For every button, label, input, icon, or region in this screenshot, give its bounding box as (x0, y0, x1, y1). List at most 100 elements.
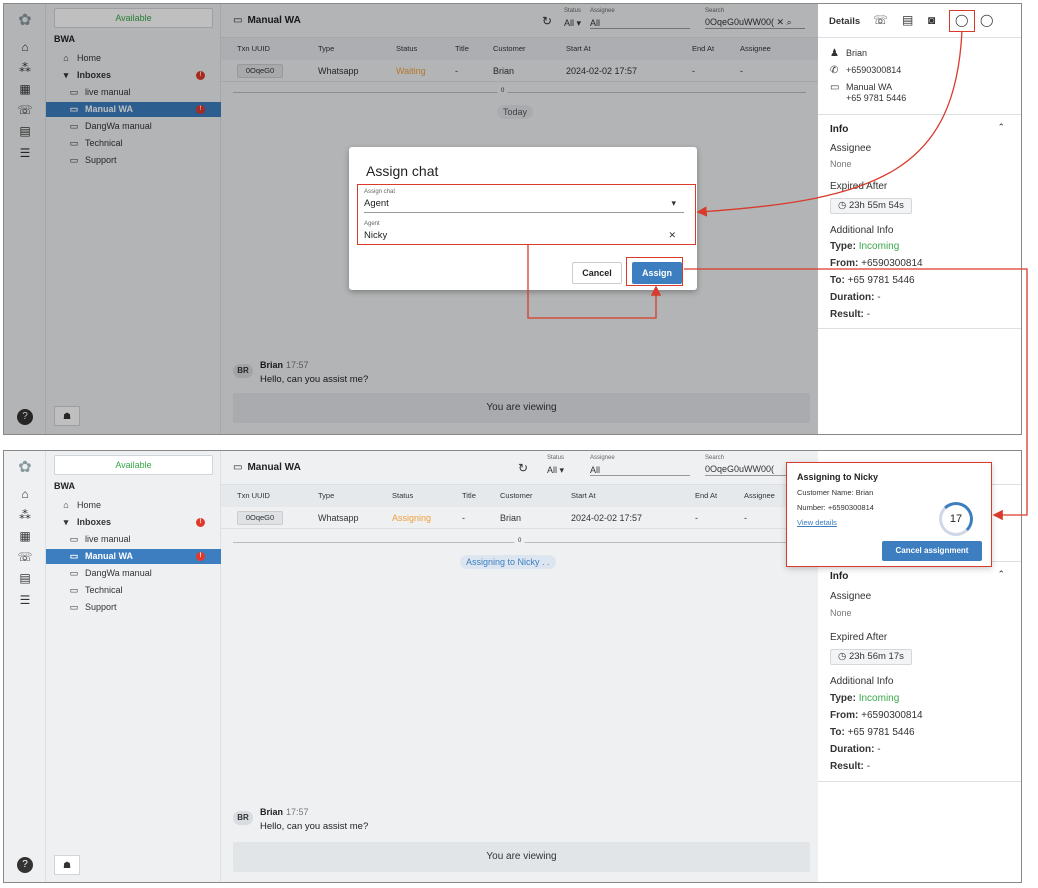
column-header: Start At (571, 491, 596, 500)
duration-value: - (877, 744, 881, 755)
to-key: To: (830, 275, 845, 286)
duration-key: Duration: (830, 292, 875, 303)
screenshot-assign-dialog: ✿ ⌂ ⁂ ▦ ☏ ▤ ☰ ? Available BWA ⌂ Home ▾ Inb… (3, 3, 1022, 435)
assign-chat-icon[interactable]: ◯ (955, 13, 968, 27)
screenshot-assigning-state: ✿ ⌂ ⁂ ▦ ☏ ▤ ☰ ? Available BWA ⌂ Home ▾ Inb… (3, 450, 1022, 883)
divider-count: 0 (514, 538, 526, 544)
agent-field[interactable]: Agent Nicky ✕ (364, 221, 684, 245)
clear-icon[interactable]: ✕ (668, 230, 676, 241)
notes-icon[interactable]: ▤ (902, 13, 913, 27)
notification-badge: ! (196, 552, 205, 561)
contacts-icon[interactable]: ▤ (4, 571, 46, 585)
cell-type: Whatsapp (318, 513, 359, 523)
assign-button[interactable]: Assign (632, 262, 682, 284)
duration-value: - (877, 292, 881, 303)
info-result: Result: - (830, 761, 870, 772)
assign-chat-dialog: Assign chat Assign chat Agent ▾ Agent Ni… (349, 147, 697, 290)
info-duration: Duration: - (830, 292, 881, 303)
section-divider (818, 328, 1021, 329)
search-input[interactable]: 0OqeG0uWW00( (705, 464, 789, 476)
cell-status: Assigning (392, 513, 432, 523)
person-icon: ♟ (830, 48, 839, 59)
channel-number: +65 9781 5446 (846, 93, 907, 103)
collapse-icon[interactable]: ⌃ (997, 122, 1005, 133)
table-header: Txn UUID Type Status Title Customer Star… (221, 485, 818, 507)
info-result: Result: - (830, 309, 870, 320)
refresh-icon[interactable]: ↻ (518, 461, 528, 475)
column-header: Customer (500, 491, 533, 500)
assignee-filter-label: Assignee (590, 455, 615, 461)
help-icon[interactable]: ? (17, 857, 33, 873)
expiry-value: 23h 55m 54s (848, 200, 904, 211)
page-title-text: Manual WA (247, 462, 301, 473)
home-icon[interactable]: ⌂ (4, 487, 46, 501)
popup-title: Assigning to Nicky (797, 472, 879, 482)
collapse-icon[interactable]: ⌃ (997, 569, 1005, 580)
status-filter[interactable]: All ▾ (547, 465, 564, 476)
dialog-title: Assign chat (366, 163, 439, 179)
inbox-header: ▭ Manual WA ↻ Status All ▾ Assignee All S… (221, 451, 818, 485)
message-text: Hello, can you assist me? (260, 821, 369, 832)
clock-icon: ◷ (838, 651, 849, 662)
inbox-icon: ▭ (69, 585, 79, 595)
column-header: End At (695, 491, 718, 500)
customer-name: Brian (846, 48, 868, 58)
details-panel: Details ☏ ▤ ◙ ◯ ◯ ♟ Brian ✆ +6590300814 ▭ M… (818, 4, 1021, 434)
type-key: Type: (830, 241, 856, 252)
cell-start: 2024-02-02 17:57 (571, 513, 643, 523)
sidebar-item-dangwa-manual[interactable]: ▭ DangWa manual (46, 566, 221, 581)
dashboard-icon[interactable]: ▦ (4, 529, 46, 543)
channel-name: Manual WA (846, 82, 893, 92)
group-icon[interactable]: ☗ (54, 855, 80, 875)
detail-channel: ▭ Manual WA (830, 82, 892, 93)
result-value: - (866, 761, 871, 772)
assign-chat-select[interactable]: Assign chat Agent ▾ (364, 189, 684, 213)
assignee-value: None (830, 159, 852, 169)
from-key: From: (830, 710, 859, 721)
availability-status[interactable]: Available (54, 455, 213, 475)
sidebar-item-home[interactable]: ⌂ Home (46, 498, 221, 513)
assignee-filter[interactable]: All (590, 465, 690, 476)
sidebar-item-manual-wa[interactable]: ▭ Manual WA! (46, 549, 221, 564)
cancel-button[interactable]: Cancel (572, 262, 622, 284)
team-icon[interactable]: ⁂ (4, 508, 46, 522)
cancel-assignment-button[interactable]: Cancel assignment (882, 541, 982, 561)
column-header: Type (318, 491, 335, 500)
notification-badge: ! (196, 518, 205, 527)
camera-icon[interactable]: ◙ (928, 13, 935, 27)
search-label: Search (705, 455, 725, 461)
sidebar-item-label: DangWa manual (85, 568, 152, 578)
sidebar-item-label: Home (77, 500, 102, 510)
transfer-chat-icon[interactable]: ◯ (980, 13, 993, 27)
sidebar-item-technical[interactable]: ▭ Technical (46, 583, 221, 598)
info-to: To: +65 9781 5446 (830, 727, 915, 738)
sidebar-item-label: Technical (85, 585, 123, 595)
sidebar-item-support[interactable]: ▭ Support (46, 600, 221, 615)
sidebar-item-live-manual[interactable]: ▭ live manual (46, 532, 221, 547)
expired-label: Expired After (830, 632, 888, 643)
list-icon[interactable]: ☰ (4, 593, 46, 607)
expiry-value: 23h 56m 17s (848, 651, 904, 662)
status-filter-value: All (547, 465, 558, 475)
result-key: Result: (830, 309, 864, 320)
cell-title: - (462, 513, 465, 523)
call-log-icon[interactable]: ☏ (4, 550, 46, 564)
countdown-ring: 17 (939, 502, 973, 536)
customer-phone: +6590300814 (846, 65, 902, 75)
phone-icon[interactable]: ☏ (873, 13, 888, 27)
page-title: ▭ Manual WA (233, 462, 301, 473)
assignee-value: None (830, 608, 852, 618)
expiry-timer: ◷ 23h 56m 17s (830, 649, 912, 665)
from-value: +6590300814 (861, 710, 923, 721)
additional-info-title: Additional Info (830, 676, 894, 687)
inbox-icon: ▭ (69, 551, 79, 561)
popup-customer: Customer Name: Brian (797, 488, 874, 497)
info-title: Info (830, 124, 849, 135)
sidebar-item-label: live manual (85, 534, 131, 544)
result-value: - (866, 309, 871, 320)
view-details-link[interactable]: View details (797, 518, 837, 527)
expired-label: Expired After (830, 181, 888, 192)
sidebar-item-inboxes[interactable]: ▾ Inboxes! (46, 515, 221, 530)
assigning-status-pill: Assigning to Nicky . . (460, 555, 556, 569)
table-row[interactable]: 0OqeG0 Whatsapp Assigning - Brian 2024-0… (221, 507, 818, 529)
